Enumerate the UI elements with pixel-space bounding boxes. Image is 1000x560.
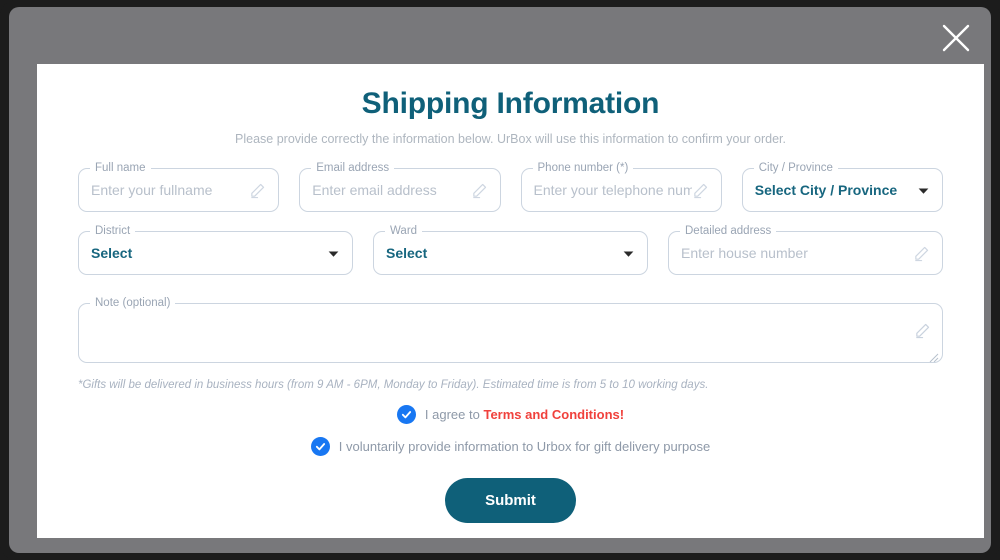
delivery-disclaimer: *Gifts will be delivered in business hou… bbox=[78, 379, 709, 391]
terms-text-before: I agree to bbox=[424, 407, 484, 422]
pencil-icon bbox=[471, 182, 488, 199]
phone-number-label: Phone number (*) bbox=[532, 162, 634, 174]
voluntary-agreement-row: I voluntarily provide information to Urb… bbox=[78, 437, 943, 456]
form-row-2: District Select Ward Select Detailed add… bbox=[78, 225, 943, 275]
full-name-label: Full name bbox=[90, 162, 151, 174]
voluntary-agreement-label: I voluntarily provide information to Urb… bbox=[338, 439, 711, 454]
pencil-icon bbox=[914, 322, 931, 339]
voluntary-checkbox[interactable] bbox=[310, 437, 330, 456]
pencil-icon bbox=[692, 182, 709, 199]
full-name-field[interactable]: Full name Enter your fullname bbox=[78, 162, 280, 212]
email-address-field[interactable]: Email address Enter email address bbox=[299, 162, 501, 212]
city-province-value: Select City / Province bbox=[754, 182, 898, 198]
email-address-label: Email address bbox=[311, 162, 395, 174]
chevron-down-icon bbox=[622, 247, 635, 260]
submit-row: Submit bbox=[78, 478, 943, 523]
shipping-form: Full name Enter your fullname Email addr… bbox=[78, 162, 943, 523]
note-textarea-field[interactable]: Note (optional) bbox=[78, 297, 943, 363]
note-label: Note (optional) bbox=[90, 297, 176, 309]
device-bezel: Shipping Information Please provide corr… bbox=[0, 0, 1000, 560]
modal-overlay: Shipping Information Please provide corr… bbox=[9, 7, 991, 553]
terms-checkbox[interactable] bbox=[396, 405, 416, 424]
submit-button[interactable]: Submit bbox=[445, 478, 576, 523]
city-province-label: City / Province bbox=[753, 162, 838, 174]
close-icon[interactable] bbox=[939, 21, 973, 55]
ward-label: Ward bbox=[385, 225, 423, 237]
district-value: Select bbox=[91, 245, 133, 261]
shipping-information-modal: Shipping Information Please provide corr… bbox=[37, 64, 984, 538]
phone-number-input[interactable]: Enter your telephone number bbox=[534, 182, 692, 198]
detailed-address-label: Detailed address bbox=[680, 225, 777, 237]
pencil-icon bbox=[249, 182, 266, 199]
terms-and-conditions-link[interactable]: Terms and Conditions! bbox=[483, 407, 624, 422]
district-label: District bbox=[90, 225, 136, 237]
terms-agreement-label: I agree to Terms and Conditions! bbox=[425, 407, 624, 422]
page-subtitle: Please provide correctly the information… bbox=[235, 132, 786, 146]
chevron-down-icon bbox=[327, 247, 340, 260]
phone-number-field[interactable]: Phone number (*) Enter your telephone nu… bbox=[520, 162, 722, 212]
district-select[interactable]: District Select bbox=[78, 225, 353, 275]
form-row-1: Full name Enter your fullname Email addr… bbox=[78, 162, 943, 212]
city-province-select[interactable]: City / Province Select City / Province bbox=[741, 162, 943, 212]
full-name-input[interactable]: Enter your fullname bbox=[91, 182, 249, 198]
ward-select[interactable]: Ward Select bbox=[373, 225, 648, 275]
detailed-address-field[interactable]: Detailed address Enter house number bbox=[668, 225, 943, 275]
email-address-input[interactable]: Enter email address bbox=[312, 182, 470, 198]
pencil-icon bbox=[913, 245, 930, 262]
detailed-address-input[interactable]: Enter house number bbox=[681, 245, 913, 261]
chevron-down-icon bbox=[917, 184, 930, 197]
page-title: Shipping Information bbox=[361, 87, 660, 120]
terms-agreement-row: I agree to Terms and Conditions! bbox=[78, 405, 943, 424]
ward-value: Select bbox=[386, 245, 428, 261]
resize-grip-icon[interactable] bbox=[929, 350, 939, 363]
